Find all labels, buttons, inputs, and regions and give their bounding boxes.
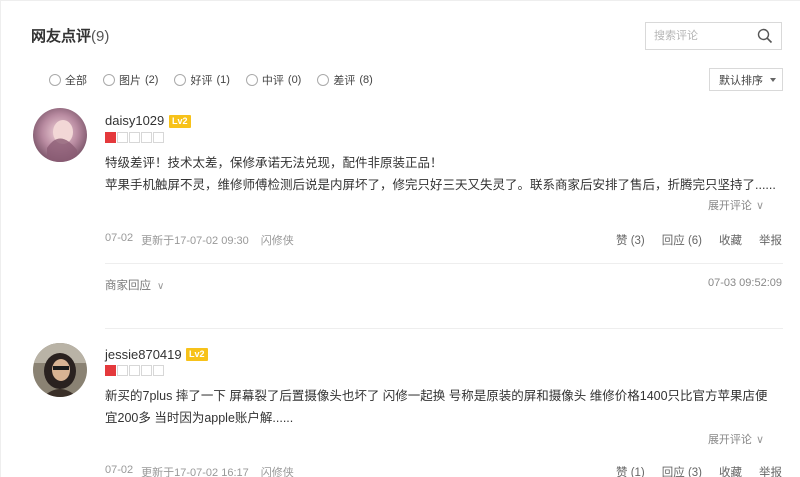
review-line: 宜200多 当时因为apple账户解...... [105, 411, 294, 425]
star-icon [105, 365, 116, 376]
radio-button[interactable] [103, 74, 115, 86]
filter-count: (8) [359, 74, 373, 86]
collect-button[interactable]: 收藏 [719, 464, 742, 477]
filter-bar: 全部 图片 (2) 好评 (1) 中评 (0) 差评 (8) [49, 72, 373, 88]
filter-negative[interactable]: 差评 (8) [317, 72, 373, 88]
filter-label: 好评 [190, 75, 213, 87]
star-icon [141, 365, 152, 376]
search-box [645, 22, 782, 50]
review-meta: 07-02 更新于17-07-02 09:30 闪修侠 [105, 232, 294, 248]
review-date: 07-02 [105, 232, 134, 244]
star-rating [105, 365, 164, 376]
filter-positive[interactable]: 好评 (1) [174, 72, 230, 88]
caret-down-icon [770, 78, 776, 82]
review-line: 新买的7plus 摔了一下 屏幕裂了后置摄像头也坏了 闪修一起换 号称是原装的屏… [105, 389, 768, 403]
filter-label: 差评 [333, 75, 356, 87]
radio-button[interactable] [245, 74, 258, 86]
avatar[interactable] [33, 343, 87, 397]
username[interactable]: daisy1029 [105, 113, 164, 128]
review-meta: 07-02 更新于17-07-02 16:17 闪修侠 [105, 464, 294, 477]
expand-review-button[interactable]: 展开评论 ∨ [708, 197, 764, 213]
filter-count: (2) [145, 74, 159, 86]
review-updated: 更新于17-07-02 16:17 [141, 467, 249, 477]
level-badge: Lv2 [186, 348, 208, 361]
radio-button[interactable] [174, 74, 187, 86]
review-count: (9) [91, 28, 110, 45]
section-title-text: 网友点评 [31, 28, 92, 45]
merchant-reply-time: 07-03 09:52:09 [707, 277, 782, 289]
review-line: 苹果手机触屏不灵，维修师傅检测后说是内屏坏了，修完只好三天又失灵了。联系商家后安… [105, 178, 776, 192]
review-text: 特级差评！技术太差，保修承诺无法兑现，配件非原装正品！ 苹果手机触屏不灵，维修师… [105, 152, 785, 196]
radio-button[interactable] [49, 74, 61, 86]
review-line: 特级差评！技术太差，保修承诺无法兑现，配件非原装正品！ [105, 156, 443, 170]
divider [105, 263, 783, 264]
filter-label: 全部 [65, 75, 87, 87]
star-icon [153, 132, 164, 143]
star-icon [117, 365, 128, 376]
filter-images[interactable]: 图片 (2) [103, 72, 158, 88]
star-icon [129, 132, 140, 143]
star-rating [105, 132, 164, 143]
expand-label: 展开评论 [707, 434, 752, 446]
avatar-image [33, 343, 87, 397]
avatar[interactable] [33, 108, 87, 162]
page-title: 网友点评(9) [31, 25, 109, 46]
search-icon[interactable] [757, 28, 773, 44]
report-button[interactable]: 举报 [759, 464, 782, 477]
divider [105, 328, 783, 329]
expand-label: 展开评论 [707, 200, 752, 212]
level-badge: Lv2 [169, 115, 191, 128]
review-updated: 更新于17-07-02 09:30 [141, 235, 249, 247]
review-actions: 赞 (3) 回应 (6) 收藏 举报 [616, 232, 782, 248]
star-icon [129, 365, 140, 376]
report-button[interactable]: 举报 [759, 232, 782, 248]
chevron-down-icon: ∨ [755, 200, 764, 212]
star-icon [117, 132, 128, 143]
avatar-image [33, 108, 87, 162]
chevron-down-icon: ∨ [755, 434, 764, 446]
star-icon [141, 132, 152, 143]
like-button[interactable]: 赞 (3) [616, 232, 645, 248]
filter-count: (0) [287, 74, 302, 86]
shop-name[interactable]: 闪修侠 [261, 464, 294, 477]
username[interactable]: jessie870419 [105, 347, 182, 362]
filter-label: 图片 [119, 75, 141, 87]
review-date: 07-02 [105, 464, 134, 476]
filter-neutral[interactable]: 中评 (0) [245, 72, 302, 88]
review-panel: 网友点评(9) 全部 图片 (2) 好评(1) 中评(0) 差评(8) 默认排序 [0, 0, 800, 477]
search-input[interactable] [646, 23, 746, 49]
merchant-reply-label: 商家回应 [105, 280, 151, 292]
sort-dropdown[interactable]: 默认排序 [709, 68, 783, 91]
star-icon [105, 132, 116, 143]
merchant-reply-toggle[interactable]: 商家回应 ∨ [105, 277, 164, 293]
collect-button[interactable]: 收藏 [719, 232, 742, 248]
sort-label: 默认排序 [719, 74, 763, 87]
reply-button[interactable]: 回应 (6) [662, 232, 702, 248]
chevron-down-icon: ∨ [157, 281, 165, 292]
expand-review-button[interactable]: 展开评论 ∨ [708, 431, 764, 447]
like-button[interactable]: 赞 (1) [616, 464, 645, 477]
review-actions: 赞 (1) 回应 (3) 收藏 举报 [616, 464, 782, 477]
filter-all[interactable]: 全部 [49, 72, 87, 88]
star-icon [153, 365, 164, 376]
filter-count: (1) [216, 74, 230, 86]
reply-button[interactable]: 回应 (3) [662, 464, 702, 477]
review-text: 新买的7plus 摔了一下 屏幕裂了后置摄像头也坏了 闪修一起换 号称是原装的屏… [105, 385, 785, 429]
radio-button[interactable] [317, 74, 330, 86]
shop-name[interactable]: 闪修侠 [261, 232, 294, 248]
filter-label: 中评 [261, 75, 284, 87]
